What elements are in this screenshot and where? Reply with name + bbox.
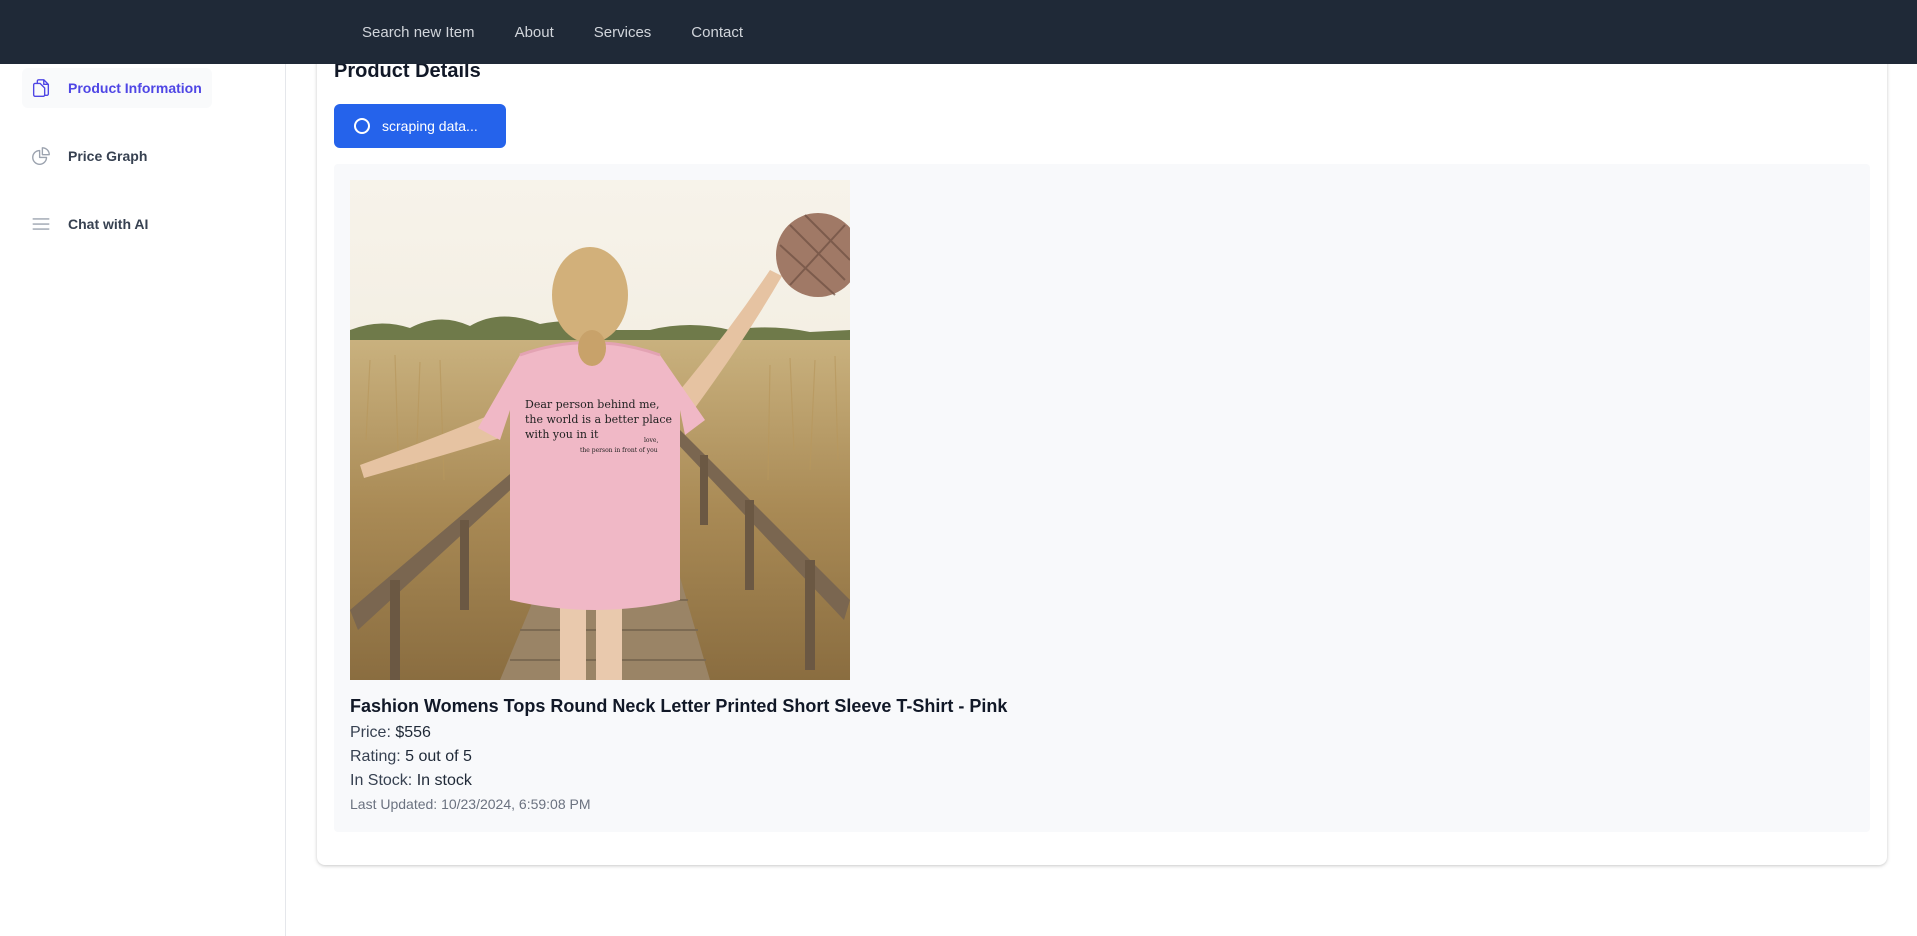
updated-value: 10/23/2024, 6:59:08 PM xyxy=(441,796,591,812)
nav-link-services[interactable]: Services xyxy=(594,24,652,41)
shirt-print-line-4: love, xyxy=(644,437,658,444)
sidebar-item-label: Chat with AI xyxy=(68,216,149,232)
last-updated: Last Updated: 10/23/2024, 6:59:08 PM xyxy=(350,796,591,812)
nav-link-about[interactable]: About xyxy=(515,24,554,41)
stock-label: In Stock: xyxy=(350,772,413,789)
sidebar-item-price-graph[interactable]: Price Graph xyxy=(22,136,157,176)
product-price: Price: $556 xyxy=(350,724,431,742)
shirt-print-line-2: the world is a better place xyxy=(525,413,672,426)
product-stock: In Stock: In stock xyxy=(350,772,472,790)
shirt-print-line-1: Dear person behind me, xyxy=(525,398,660,411)
stock-value: In stock xyxy=(416,772,472,789)
product-image: Dear person behind me, the world is a be… xyxy=(350,180,850,680)
product-name: Fashion Womens Tops Round Neck Letter Pr… xyxy=(350,696,1008,716)
top-navbar: Search new Item About Services Contact xyxy=(0,0,1917,64)
sidebar-item-label: Product Information xyxy=(68,80,202,96)
scrape-button-label: scraping data... xyxy=(382,118,478,134)
product-panel: Dear person behind me, the world is a be… xyxy=(334,164,1870,832)
rating-label: Rating: xyxy=(350,748,401,765)
top-nav: Search new Item About Services Contact xyxy=(362,0,743,64)
chart-pie-icon xyxy=(32,147,50,165)
shirt-print-line-3: with you in it xyxy=(525,428,599,441)
nav-link-search-new-item[interactable]: Search new Item xyxy=(362,24,475,41)
sidebar-item-chat-with-ai[interactable]: Chat with AI xyxy=(22,204,158,244)
shirt-print-line-5: the person in front of you xyxy=(580,447,658,454)
product-rating: Rating: 5 out of 5 xyxy=(350,748,472,766)
sidebar-item-label: Price Graph xyxy=(68,148,148,164)
document-duplicate-icon xyxy=(32,79,50,97)
rating-value: 5 out of 5 xyxy=(405,748,472,765)
sidebar-item-product-information[interactable]: Product Information xyxy=(22,68,212,108)
spinner-icon xyxy=(354,118,370,134)
bars-menu-icon xyxy=(32,218,50,230)
product-details-card: Product Details scraping data... Dear pe… xyxy=(317,40,1887,865)
price-label: Price: xyxy=(350,724,391,741)
updated-label: Last Updated: xyxy=(350,796,438,812)
sidebar: Product Information Price Graph Chat wit… xyxy=(0,64,286,936)
nav-link-contact[interactable]: Contact xyxy=(691,24,743,41)
scrape-button[interactable]: scraping data... xyxy=(334,104,506,148)
price-value: $556 xyxy=(395,724,431,741)
